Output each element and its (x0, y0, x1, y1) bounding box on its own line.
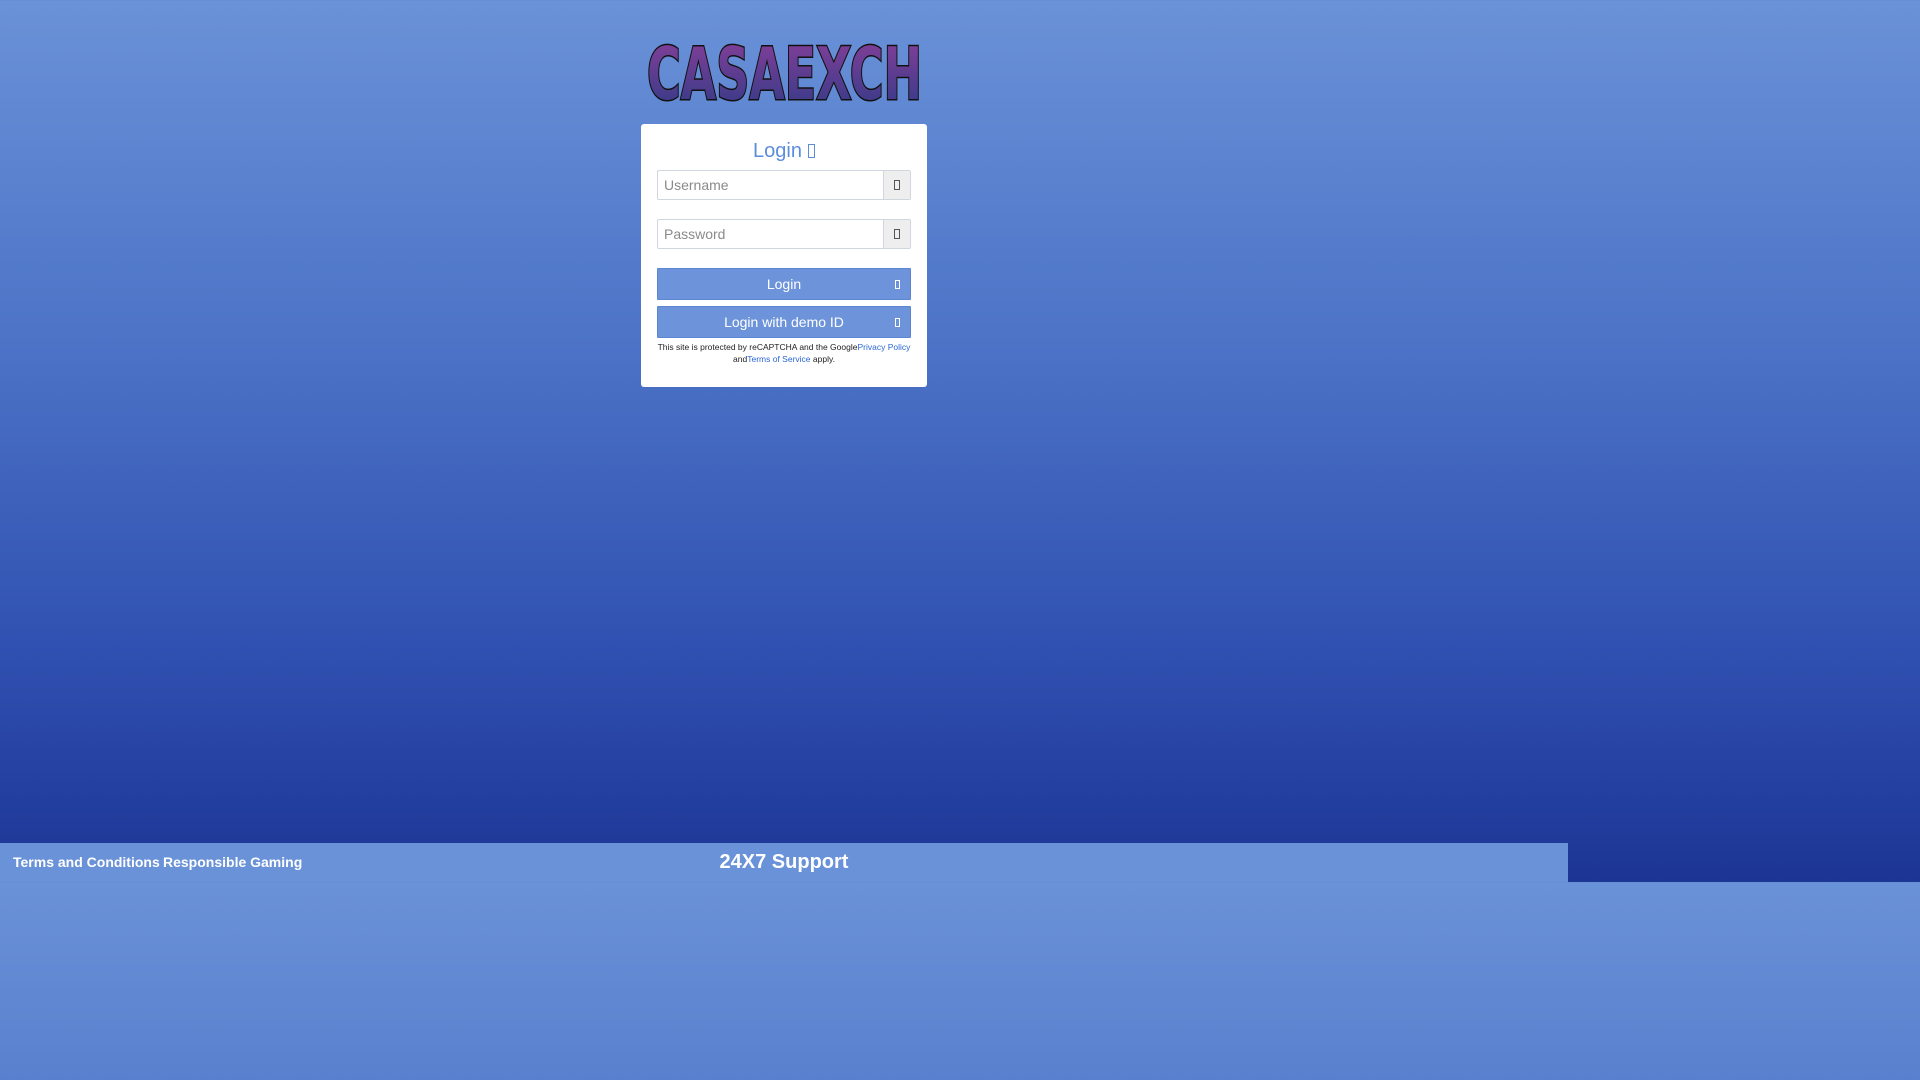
password-addon (883, 220, 910, 248)
recaptcha-text-and: and (733, 354, 748, 364)
recaptcha-text-before: This site is protected by reCAPTCHA and … (657, 342, 858, 352)
sign-in-icon (895, 318, 900, 327)
recaptcha-text-after: apply. (810, 354, 835, 364)
brand-logo-text: CASAEXCH (647, 32, 922, 104)
password-input[interactable] (658, 220, 883, 248)
username-field[interactable] (657, 170, 911, 200)
demo-login-button[interactable]: Login with demo ID (657, 306, 911, 338)
login-heading: Login (0, 139, 1568, 163)
login-title: Login (753, 140, 802, 162)
terms-of-service-link[interactable]: Terms of Service (747, 354, 810, 364)
username-input[interactable] (658, 171, 883, 199)
privacy-policy-link[interactable]: Privacy Policy (857, 342, 910, 352)
demo-login-button-label: Login with demo ID (724, 314, 844, 330)
footer-bar: Terms and Conditions Responsible Gaming … (0, 843, 1568, 882)
recaptcha-notice: This site is protected by reCAPTCHA and … (657, 341, 911, 365)
support-label: 24X7 Support (719, 851, 849, 873)
login-button-label: Login (766, 276, 802, 292)
login-button[interactable]: Login (657, 268, 911, 300)
sign-in-icon (807, 144, 815, 158)
sign-in-icon (895, 280, 900, 289)
brand-logo: CASAEXCH (645, 31, 924, 104)
key-icon (894, 229, 900, 239)
password-field[interactable] (657, 219, 911, 249)
username-addon (883, 171, 910, 199)
user-icon (894, 180, 900, 190)
